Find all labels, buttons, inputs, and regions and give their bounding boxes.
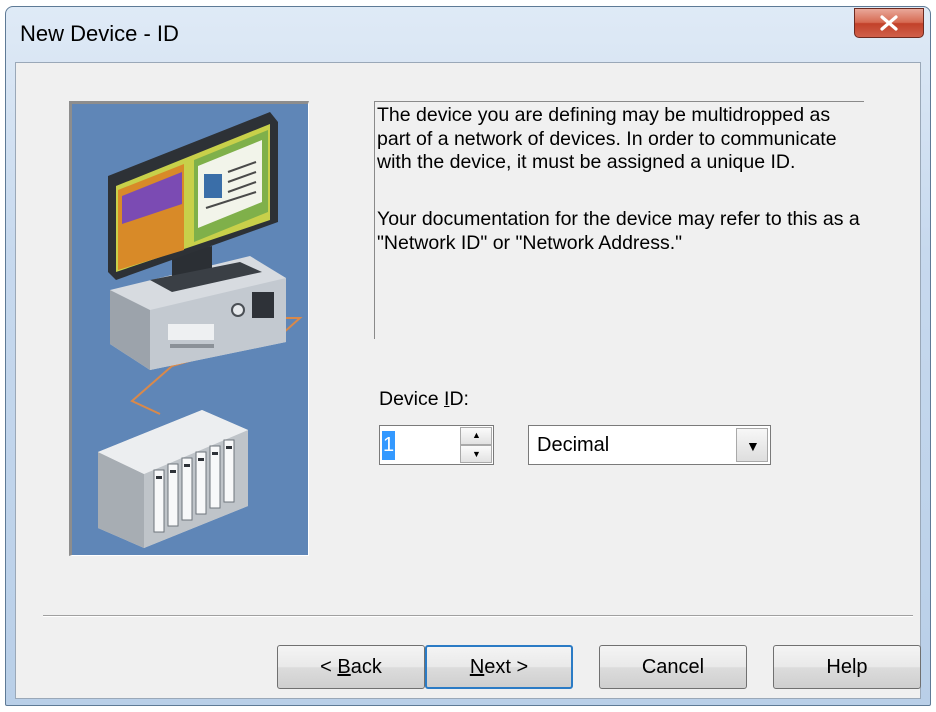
title-bar[interactable]: New Device - ID bbox=[6, 7, 930, 63]
window-title: New Device - ID bbox=[20, 21, 179, 46]
close-icon bbox=[880, 15, 898, 31]
next-button-rest: ext > bbox=[484, 656, 529, 678]
close-button[interactable] bbox=[854, 8, 924, 38]
description-paragraph-1: The device you are defining may be multi… bbox=[377, 104, 837, 174]
dropdown-arrow-icon: ▼ bbox=[746, 438, 760, 454]
back-button[interactable]: < Back bbox=[277, 645, 425, 689]
id-format-dropdown[interactable]: Decimal ▼ bbox=[528, 425, 771, 465]
computer-plc-network-illustration bbox=[69, 101, 309, 556]
id-format-value: Decimal bbox=[537, 434, 610, 456]
spin-down-button[interactable]: ▼ bbox=[460, 445, 492, 463]
back-button-accel: B bbox=[337, 656, 351, 678]
dialog-client-area: The device you are defining may be multi… bbox=[15, 62, 921, 699]
next-button-accel: N bbox=[469, 656, 485, 678]
next-button[interactable]: Next > bbox=[425, 645, 573, 689]
device-id-spinbox[interactable]: 1 ▲ ▼ bbox=[379, 425, 494, 465]
cancel-button[interactable]: Cancel bbox=[599, 645, 747, 689]
spin-up-icon: ▲ bbox=[472, 430, 481, 440]
device-id-label-prefix: Device bbox=[379, 388, 445, 410]
description-paragraph-2: Your documentation for the device may re… bbox=[377, 208, 860, 254]
separator-line bbox=[43, 615, 913, 617]
dropdown-button[interactable]: ▼ bbox=[736, 428, 768, 462]
device-id-input[interactable]: 1 bbox=[382, 431, 396, 460]
spin-down-icon: ▼ bbox=[472, 449, 481, 459]
dialog-window: New Device - ID The device you are defin… bbox=[5, 6, 931, 706]
device-id-label-suffix: D: bbox=[449, 388, 469, 410]
spin-up-button[interactable]: ▲ bbox=[460, 427, 492, 445]
help-button[interactable]: Help bbox=[773, 645, 921, 689]
back-button-prefix: < bbox=[320, 656, 338, 678]
spin-buttons: ▲ ▼ bbox=[460, 427, 492, 463]
illustration-graphic bbox=[98, 112, 303, 548]
back-button-rest: ack bbox=[350, 656, 382, 678]
device-id-label: Device ID: bbox=[379, 388, 469, 411]
description-panel: The device you are defining may be multi… bbox=[374, 101, 864, 339]
